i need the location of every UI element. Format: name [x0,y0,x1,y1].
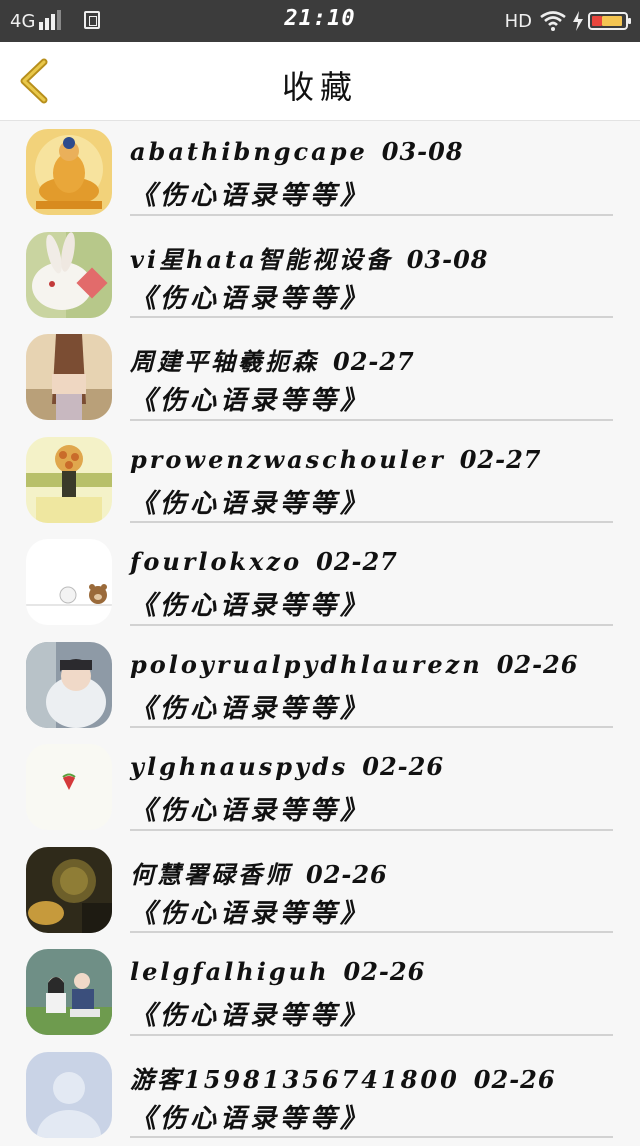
avatar [26,334,112,420]
item-name: abathibngcape [130,137,368,166]
avatar [26,949,112,1035]
wifi-icon [540,11,566,31]
avatar [26,744,112,830]
item-title: 周建平轴羲扼森 02-27 [130,342,415,377]
item-subtitle: 《伤心语录等等》 [130,380,370,417]
avatar [26,847,112,933]
item-date: 03-08 [382,137,464,166]
item-subtitle: 《伤心语录等等》 [130,688,370,725]
list-item[interactable]: lelgfalhiguh 02-26 《伤心语录等等》 [0,941,640,1044]
avatar [26,642,112,728]
avatar [26,129,112,215]
item-date: 02-27 [333,347,415,376]
item-date: 02-26 [306,860,388,889]
avatar [26,1052,112,1138]
list-item[interactable]: abathibngcape 03-08 《伤心语录等等》 [0,121,640,224]
list-item[interactable]: vi星hata智能视设备 03-08 《伤心语录等等》 [0,224,640,327]
item-title: 游客15981356741800 02-26 [130,1060,556,1095]
list-item[interactable]: 何慧署碌香师 02-26 《伤心语录等等》 [0,839,640,942]
avatar [26,539,112,625]
item-name: ylghnauspyds [130,752,348,781]
battery-icon [588,12,628,30]
item-name: 游客15981356741800 [130,1065,460,1094]
item-title: ylghnauspyds 02-26 [130,752,444,781]
item-title: poloyrualpydhlaurezn 02-26 [130,650,578,679]
divider [130,726,613,728]
item-subtitle: 《伤心语录等等》 [130,1098,370,1135]
status-bar: 4G 21:10 HD [0,0,640,42]
item-name: 周建平轴羲扼森 [130,347,319,376]
favorites-list: abathibngcape 03-08 《伤心语录等等》 vi星hata智能视设备… [0,121,640,1146]
item-date: 02-26 [474,1065,556,1094]
item-date: 02-26 [344,957,426,986]
list-item[interactable]: 游客15981356741800 02-26 《伤心语录等等》 [0,1044,640,1146]
item-subtitle: 《伤心语录等等》 [130,995,370,1032]
divider [130,1034,613,1036]
header-bar: 收藏 [0,42,640,121]
item-date: 02-27 [460,445,542,474]
page-title: 收藏 [0,62,640,108]
divider [130,419,613,421]
list-item[interactable]: prowenzwaschouler 02-27 《伤心语录等等》 [0,429,640,532]
list-item[interactable]: fourlokxzo 02-27 《伤心语录等等》 [0,531,640,634]
item-date: 02-26 [497,650,579,679]
item-name: 何慧署碌香师 [130,860,292,889]
list-item[interactable]: poloyrualpydhlaurezn 02-26 《伤心语录等等》 [0,634,640,737]
item-date: 02-26 [362,752,444,781]
item-title: 何慧署碌香师 02-26 [130,855,388,890]
hd-indicator: HD [505,11,532,32]
item-name: vi星hata智能视设备 [130,245,393,274]
item-title: prowenzwaschouler 02-27 [130,445,541,474]
list-item[interactable]: 周建平轴羲扼森 02-27 《伤心语录等等》 [0,326,640,429]
divider [130,521,613,523]
item-title: vi星hata智能视设备 03-08 [130,240,488,275]
item-title: fourlokxzo 02-27 [130,547,398,576]
divider [130,829,613,831]
divider [130,214,613,216]
item-date: 02-27 [316,547,398,576]
list-item[interactable]: ylghnauspyds 02-26 《伤心语录等等》 [0,736,640,839]
item-title: lelgfalhiguh 02-26 [130,957,425,986]
item-name: poloyrualpydhlaurezn [130,650,483,679]
item-subtitle: 《伤心语录等等》 [130,483,370,520]
divider [130,316,613,318]
item-name: fourlokxzo [130,547,302,576]
item-date: 03-08 [407,245,489,274]
item-subtitle: 《伤心语录等等》 [130,893,370,930]
avatar [26,232,112,318]
item-subtitle: 《伤心语录等等》 [130,585,370,622]
item-name: prowenzwaschouler [130,445,446,474]
divider [130,931,613,933]
item-subtitle: 《伤心语录等等》 [130,175,370,212]
charging-icon [572,11,584,31]
item-title: abathibngcape 03-08 [130,137,464,166]
divider [130,624,613,626]
item-name: lelgfalhiguh [130,957,330,986]
item-subtitle: 《伤心语录等等》 [130,790,370,827]
item-subtitle: 《伤心语录等等》 [130,278,370,315]
avatar [26,437,112,523]
